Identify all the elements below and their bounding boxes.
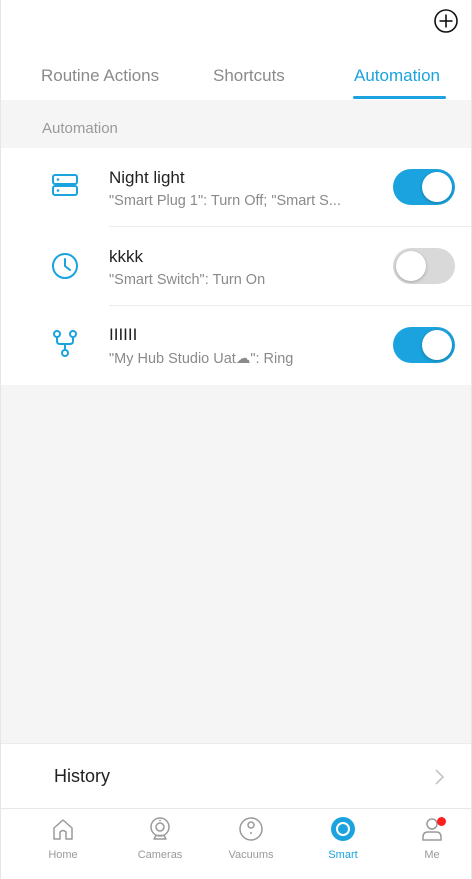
smart-icon: [331, 817, 355, 841]
vacuum-icon: [239, 817, 263, 841]
chevron-right-icon: [435, 769, 445, 785]
nav-vacuums[interactable]: Vacuums: [211, 815, 291, 861]
automation-title: kkkk: [109, 247, 143, 266]
automation-description: "Smart Plug 1": Turn Off; "Smart S...: [109, 193, 341, 209]
nav-label: Smart: [328, 849, 358, 861]
tab-shortcuts[interactable]: Shortcuts: [213, 66, 285, 86]
nav-label: Me: [424, 849, 440, 861]
active-tab-indicator: [353, 96, 446, 99]
nav-smart[interactable]: Smart: [303, 815, 383, 861]
bottom-navigation: Home Cameras Vacuums Smart Me: [1, 808, 471, 879]
nav-label: Home: [48, 849, 78, 861]
home-icon: [53, 819, 73, 840]
nav-home[interactable]: Home: [23, 815, 103, 861]
automation-title: IIIIII: [109, 325, 138, 344]
clock-icon: [52, 253, 78, 279]
automation-description: "My Hub Studio Uat☁": Ring: [109, 351, 294, 367]
history-row[interactable]: History: [1, 743, 471, 808]
automation-list: Night light "Smart Plug 1": Turn Off; "S…: [1, 148, 471, 385]
history-label: History: [54, 766, 111, 786]
toggle-knob: [422, 330, 452, 360]
automation-toggle[interactable]: [393, 248, 455, 284]
automation-toggle[interactable]: [393, 169, 455, 205]
tab-bar: Routine Actions Shortcuts Automation: [1, 54, 471, 100]
nav-cameras[interactable]: Cameras: [120, 815, 200, 861]
automation-row-kkkk[interactable]: kkkk "Smart Switch": Turn On: [1, 227, 471, 306]
nav-me[interactable]: Me: [392, 815, 472, 861]
nav-label: Vacuums: [228, 849, 274, 861]
automation-row-iiiiii[interactable]: IIIIII "My Hub Studio Uat☁": Ring: [1, 306, 471, 385]
hub-icon: [53, 330, 77, 357]
automation-title: Night light: [109, 168, 185, 187]
server-icon: [52, 174, 78, 196]
top-bar: [1, 0, 471, 54]
nav-label: Cameras: [137, 849, 183, 861]
toggle-knob: [396, 251, 426, 281]
camera-icon: [150, 817, 170, 840]
plus-circle-icon[interactable]: [433, 8, 459, 34]
tab-routine-actions[interactable]: Routine Actions: [41, 66, 159, 86]
automation-toggle[interactable]: [393, 327, 455, 363]
app-screen: Routine Actions Shortcuts Automation Aut…: [0, 0, 472, 879]
section-header: Automation: [42, 120, 118, 137]
tab-automation[interactable]: Automation: [354, 66, 440, 86]
toggle-knob: [422, 172, 452, 202]
notification-dot: [437, 817, 446, 826]
automation-row-night-light[interactable]: Night light "Smart Plug 1": Turn Off; "S…: [1, 148, 471, 227]
automation-description: "Smart Switch": Turn On: [109, 272, 266, 288]
